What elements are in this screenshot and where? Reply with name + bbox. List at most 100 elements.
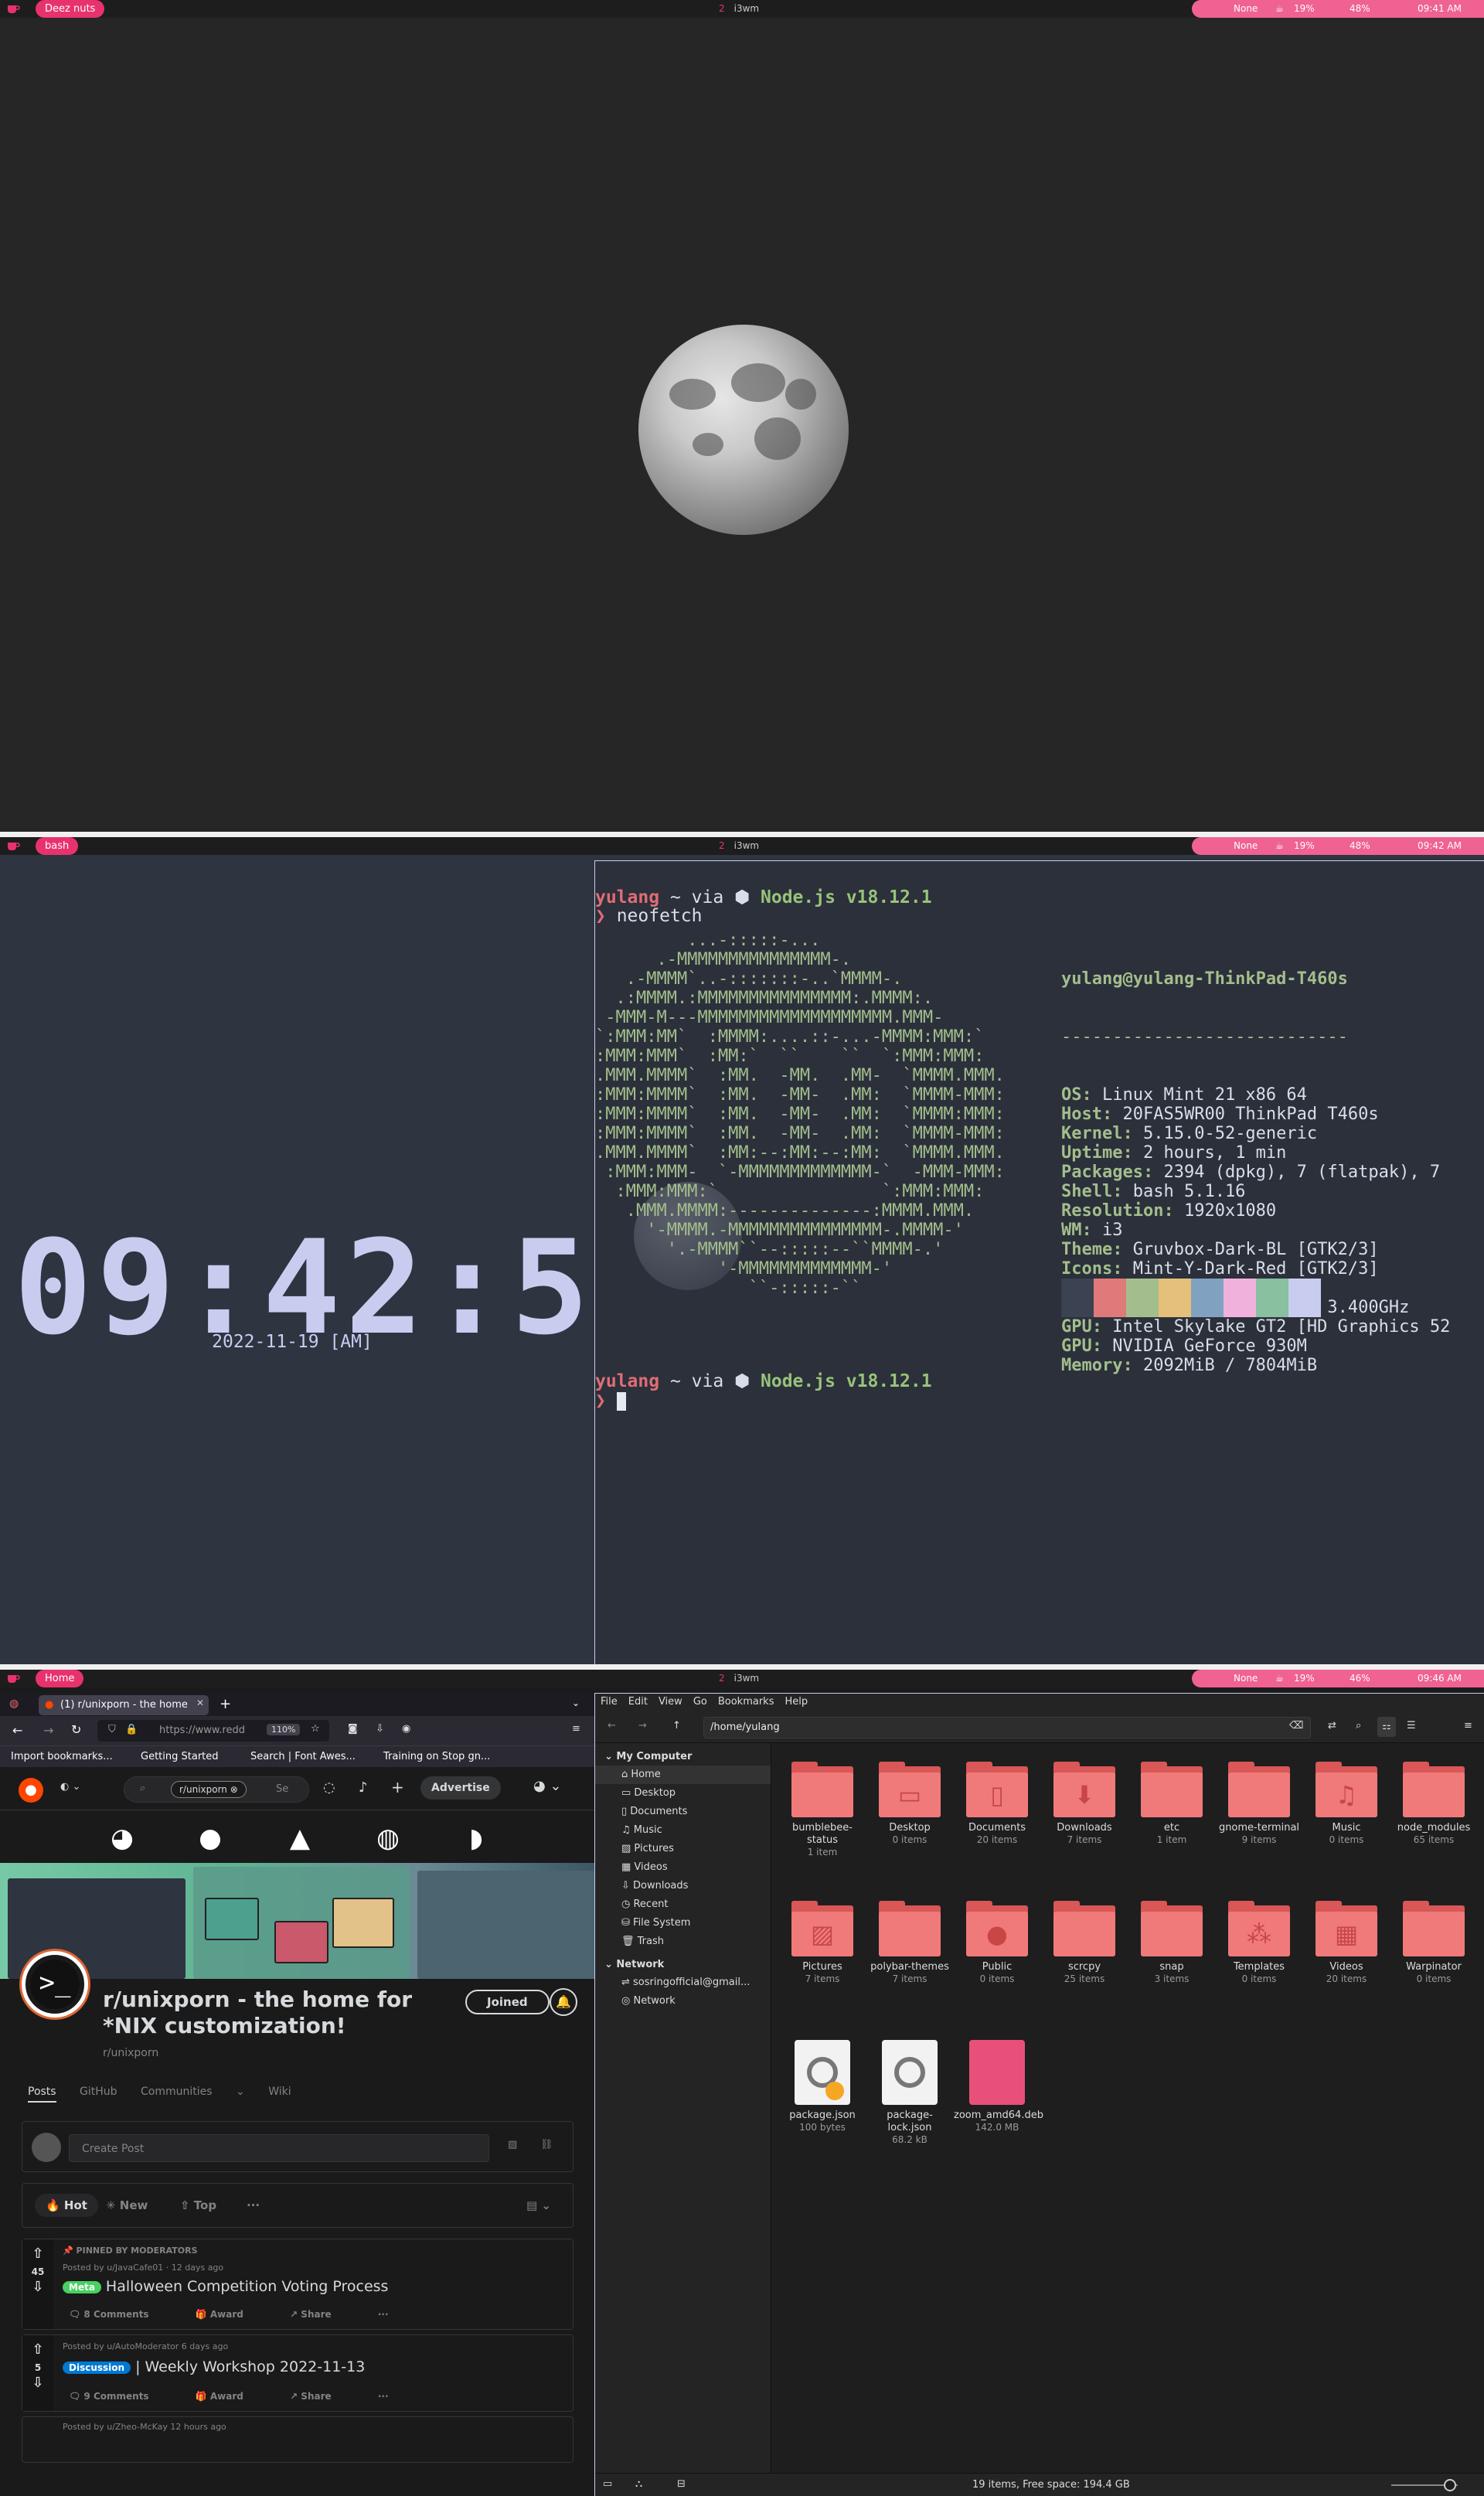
sidebar-item-music[interactable]: ♫ Music [595,1821,771,1840]
tree-toggle-icon[interactable]: ⛬ [635,2478,642,2490]
comments-button[interactable]: 🗨 8 Comments [69,2309,171,2320]
up-icon[interactable]: ↑ [672,1720,681,1732]
firefox-view-icon[interactable]: ◍ [9,1697,19,1710]
location-bar[interactable]: /home/yulang [703,1717,1311,1738]
folder-item[interactable]: etc 1 item [1128,1762,1215,1846]
folder-item[interactable]: bumblebee-status 1 item [779,1762,866,1858]
bookmark-star-icon[interactable]: ☆ [311,1723,320,1735]
post-card[interactable]: ⇧ 45 ⇩ 📌 PINNED BY MODERATORS Posted by … [22,2239,574,2330]
browser-tab[interactable]: ● (1) r/unixporn - the home [39,1695,209,1715]
folder-item[interactable]: node_modules 65 items [1390,1762,1477,1846]
sidebar-item-videos[interactable]: ▦ Videos [595,1858,771,1877]
tab-posts[interactable]: Posts [28,2086,56,2103]
extension-icon[interactable]: ◉ [402,1723,410,1735]
folder-item[interactable]: ● Public 0 items [954,1901,1040,1985]
terminal-window[interactable]: yulang ~ via ⬢ Node.js v18.12.1 ❯ neofet… [594,860,1484,1669]
joined-button[interactable]: Joined [465,1990,550,2014]
bsd-icon[interactable]: ◕ [107,1823,138,1854]
list-tabs-icon[interactable]: ⌄ [572,1697,580,1708]
search-community-chip[interactable]: r/unixporn ⊗ [171,1781,247,1798]
bell-icon[interactable]: 🔔 [550,1988,577,2016]
search-bar[interactable]: ⌕ r/unixporn ⊗ Se [124,1776,309,1803]
share-button[interactable]: ↗ Share [290,2309,353,2320]
folder-item[interactable]: gnome-terminal 9 items [1216,1762,1302,1846]
link-icon[interactable]: ⛓ [540,2139,553,2150]
workspace-indicator[interactable]: 2 i3wm [719,1670,759,1687]
reddit-logo-icon[interactable]: ● [19,1778,43,1803]
bookmark-item[interactable]: Training on Stop gn... [383,1751,490,1762]
arch-icon[interactable]: ▲ [284,1823,315,1854]
share-button[interactable]: ↗ Share [290,2391,353,2402]
download-icon[interactable]: ⇩ [376,1723,384,1735]
places-toggle-icon[interactable]: ▭ [603,2478,612,2490]
folder-item[interactable]: ♫ Music 0 items [1303,1762,1390,1846]
search-input[interactable]: Se [276,1783,288,1795]
icon-view-icon[interactable]: ⚏ [1377,1717,1396,1737]
sidebar-item-pictures[interactable]: ▨ Pictures [595,1840,771,1858]
zoom-level[interactable]: 110% [267,1724,301,1735]
folder-item[interactable]: ▭ Desktop 0 items [866,1762,953,1846]
upvote-icon[interactable]: ⇧ [22,2341,53,2358]
menu-bookmarks[interactable]: Bookmarks [713,1694,780,1710]
file-item[interactable]: zoom_amd64.deb 142.0 MB [954,2040,1043,2133]
file-item[interactable]: package-lock.json 68.2 kB [866,2040,953,2146]
folder-item[interactable]: polybar-themes 7 items [866,1901,953,1985]
debian-icon[interactable]: ◍ [373,1823,403,1854]
folder-item[interactable]: ▦ Videos 20 items [1303,1901,1390,1985]
workspace-indicator[interactable]: 2 i3wm [719,837,759,855]
toggle-location-icon[interactable]: ⇄ [1328,1720,1336,1732]
coffee-icon[interactable] [6,2,20,15]
search-icon[interactable]: ⌕ [1356,1720,1361,1732]
award-button[interactable]: 🎁 Award [196,2391,265,2402]
sidebar-item-trash[interactable]: 🗑 Trash [595,1932,771,1951]
create-post-input[interactable]: Create Post [69,2134,489,2162]
more-options-icon[interactable]: ··· [378,2309,389,2320]
view-mode-icon[interactable]: ▤ ⌄ [526,2198,551,2212]
folder-item[interactable]: ⁂ Templates 0 items [1216,1901,1302,1985]
menu-edit[interactable]: Edit [623,1694,653,1710]
bookmark-item[interactable]: Import bookmarks... [11,1751,113,1762]
menu-file[interactable]: File [595,1694,623,1710]
upvote-icon[interactable]: ⇧ [22,2246,53,2262]
post-title[interactable]: Discussion | Weekly Workshop 2022-11-13 [63,2358,365,2375]
sidebar-item-home[interactable]: ⌂ Home [595,1766,771,1784]
apple-icon[interactable]: ● [195,1823,226,1854]
tab-wiki[interactable]: Wiki [268,2086,291,2098]
close-tab-icon[interactable]: ✕ [196,1697,204,1708]
menu-view[interactable]: View [653,1694,688,1710]
sidebar-section-network[interactable]: ⌄ Network [595,1951,771,1973]
downvote-icon[interactable]: ⇩ [22,2375,53,2391]
file-item[interactable]: package.json 100 bytes [779,2040,866,2133]
folder-item[interactable]: Warpinator 0 items [1390,1901,1477,1985]
home-dropdown-icon[interactable]: ◐ ⌄ [60,1781,80,1793]
clear-location-icon[interactable]: ⌫ [1289,1720,1303,1732]
sidebar-item-file-system[interactable]: ⛁ File System [595,1914,771,1932]
menu-go[interactable]: Go [688,1694,713,1710]
list-view-icon[interactable]: ☰ [1407,1720,1416,1732]
more-options-icon[interactable]: ··· [247,2198,260,2212]
post-card[interactable]: ⇧ 5 ⇩ Posted by u/AutoModerator 6 days a… [22,2334,574,2412]
hide-sidebar-icon[interactable]: ⊟ [677,2478,686,2490]
image-icon[interactable]: ▨ [508,2139,517,2150]
post-card[interactable]: Posted by u/Zheo-McKay 12 hours ago [22,2416,574,2463]
zoom-slider-handle[interactable] [1444,2479,1456,2491]
forward-icon[interactable]: → [43,1723,53,1738]
post-title[interactable]: Meta Halloween Competition Voting Process [63,2278,388,2295]
tab-communities[interactable]: Communities ⌄ [141,2086,245,2098]
back-icon[interactable]: ← [12,1723,22,1738]
sidebar-item-network[interactable]: ◎ Network [595,1992,771,2011]
lock-icon[interactable]: 🔒 [125,1724,138,1735]
create-post-icon[interactable]: + [391,1778,404,1796]
workspace-indicator[interactable]: 2 i3wm [719,0,759,18]
bookmark-item[interactable]: Getting Started [141,1751,219,1762]
notification-icon[interactable]: ♪ [359,1779,368,1796]
award-button[interactable]: 🎁 Award [196,2309,265,2320]
sidebar-item-documents[interactable]: ▯ Documents [595,1803,771,1821]
sort-hot-button[interactable]: 🔥 Hot [35,2194,98,2217]
tab-github[interactable]: GitHub [80,2086,117,2098]
sidebar-item-desktop[interactable]: ▭ Desktop [595,1784,771,1803]
comments-button[interactable]: 🗨 9 Comments [69,2391,171,2402]
coffee-icon[interactable] [6,839,20,852]
user-menu-avatar[interactable]: ◕ ⌄ [533,1778,562,1794]
folder-item[interactable]: snap 3 items [1128,1901,1215,1985]
